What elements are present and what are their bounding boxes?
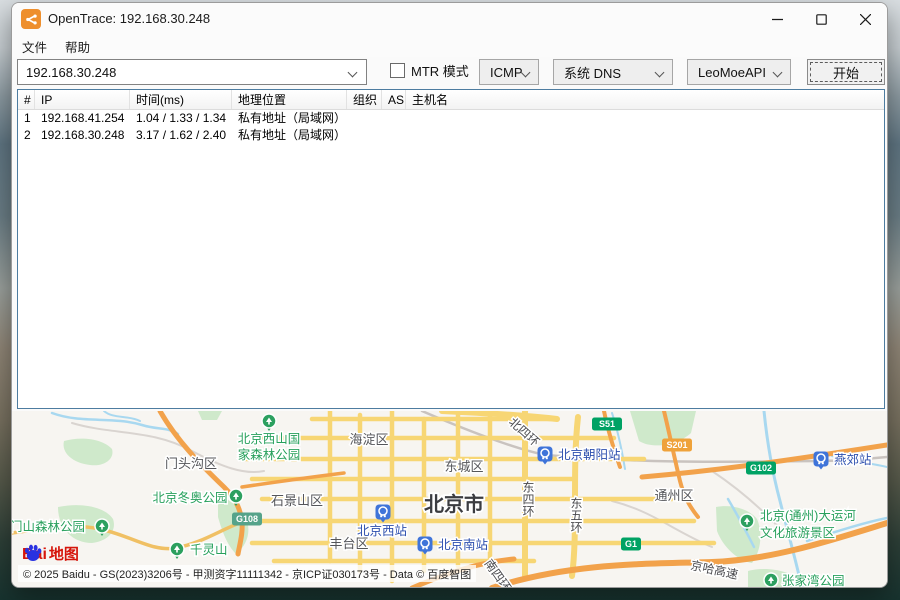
toolbar: 192.168.30.248 MTR 模式 ICMP 系统 DNS LeoMoe…: [12, 57, 887, 89]
protocol-select[interactable]: ICMP: [479, 59, 539, 85]
menu-file[interactable]: 文件: [14, 35, 55, 58]
trace-results-table: # IP 时间(ms) 地理位置 组织 AS 主机名 1 192.168.41.…: [17, 89, 885, 409]
svg-text:S51: S51: [599, 419, 615, 429]
mtr-label: MTR 模式: [411, 61, 469, 80]
cell-org: [347, 127, 382, 144]
app-window: OpenTrace: 192.168.30.248 文件 帮助 192.168.…: [11, 2, 888, 588]
cell-num: 1: [18, 110, 35, 127]
district-label: 东城区: [444, 459, 483, 474]
copyright-text: © 2025 Baidu - GS(2023)3206号 - 甲测资字11111…: [23, 566, 471, 582]
table-row[interactable]: 2 192.168.30.248 3.17 / 1.62 / 2.40 私有地址…: [18, 127, 884, 144]
title-bar[interactable]: OpenTrace: 192.168.30.248: [12, 3, 887, 35]
maximize-button[interactable]: [799, 3, 843, 35]
cell-time: 3.17 / 1.62 / 2.40: [130, 127, 232, 144]
chevron-down-icon: [773, 68, 783, 78]
map-canvas: 北四环 东四环 东五环 南四环 京哈高速 S51 S201 G102 G108 …: [12, 411, 887, 588]
map-attribution: © 2025 Baidu - GS(2023)3206号 - 甲测资字11111…: [18, 565, 476, 582]
svg-text:家森林公园: 家森林公园: [238, 447, 301, 462]
baidu-paw-icon: [23, 543, 43, 562]
api-value: LeoMoeAPI: [698, 65, 766, 80]
district-label: 门头沟区: [165, 456, 217, 471]
close-icon: [860, 14, 871, 25]
svg-text:北京南站: 北京南站: [438, 537, 488, 552]
district-label: 海淀区: [349, 432, 388, 447]
window-title: OpenTrace: 192.168.30.248: [48, 11, 210, 26]
maximize-icon: [816, 14, 827, 25]
app-icon: [21, 9, 41, 29]
chevron-down-icon: [655, 68, 665, 78]
minimize-button[interactable]: [755, 3, 799, 35]
cell-time: 1.04 / 1.33 / 1.34: [130, 110, 232, 127]
cell-ip: 192.168.30.248: [35, 127, 130, 144]
district-label: 石景山区: [271, 493, 323, 508]
chevron-down-icon[interactable]: [348, 68, 358, 78]
cell-geo: 私有地址（局域网）: [232, 110, 347, 127]
svg-text:G1: G1: [625, 539, 637, 549]
road-label: 东五环: [569, 497, 583, 533]
col-num[interactable]: #: [18, 90, 35, 109]
cell-geo: 私有地址（局域网）: [232, 127, 347, 144]
cell-host: [406, 110, 884, 127]
cell-org: [347, 110, 382, 127]
svg-text:千灵山: 千灵山: [190, 543, 228, 557]
cell-as: [382, 110, 406, 127]
col-as[interactable]: AS: [382, 90, 406, 109]
district-label: 通州区: [654, 488, 693, 503]
col-host[interactable]: 主机名: [406, 90, 884, 109]
svg-text:门山森林公园: 门山森林公园: [12, 519, 85, 534]
col-geo[interactable]: 地理位置: [232, 90, 347, 109]
menu-help[interactable]: 帮助: [57, 35, 98, 58]
baidu-map-word: 地图: [49, 543, 79, 564]
district-label: 丰台区: [329, 536, 368, 551]
baidu-map[interactable]: 北四环 东四环 东五环 南四环 京哈高速 S51 S201 G102 G108 …: [12, 411, 887, 588]
protocol-value: ICMP: [490, 65, 523, 80]
col-ip[interactable]: IP: [35, 90, 130, 109]
dns-value: 系统 DNS: [564, 63, 621, 82]
svg-text:北京冬奥公园: 北京冬奥公园: [152, 490, 227, 505]
menu-bar: 文件 帮助: [12, 35, 887, 57]
cell-as: [382, 127, 406, 144]
col-org[interactable]: 组织: [347, 90, 382, 109]
svg-text:张家湾公园: 张家湾公园: [782, 573, 845, 588]
host-value: 192.168.30.248: [26, 65, 116, 80]
table-header: # IP 时间(ms) 地理位置 组织 AS 主机名: [18, 90, 884, 110]
road-label: 东四环: [521, 481, 535, 517]
mtr-checkbox[interactable]: [390, 63, 405, 78]
close-button[interactable]: [843, 3, 887, 35]
svg-text:北京(通州)大运河: 北京(通州)大运河: [760, 509, 856, 523]
cell-num: 2: [18, 127, 35, 144]
svg-text:文化旅游景区: 文化旅游景区: [760, 525, 835, 540]
start-label: 开始: [833, 63, 859, 82]
host-input[interactable]: 192.168.30.248: [17, 59, 367, 85]
svg-text:G108: G108: [236, 514, 258, 524]
api-select[interactable]: LeoMoeAPI: [687, 59, 791, 85]
cell-host: [406, 127, 884, 144]
baidu-logo[interactable]: Bai 地图: [22, 543, 79, 564]
city-label: 北京市: [424, 492, 484, 516]
start-button[interactable]: 开始: [807, 59, 885, 85]
col-time[interactable]: 时间(ms): [130, 90, 232, 109]
table-row[interactable]: 1 192.168.41.254 1.04 / 1.33 / 1.34 私有地址…: [18, 110, 884, 127]
svg-text:北京西山国: 北京西山国: [238, 432, 301, 446]
minimize-icon: [772, 14, 783, 25]
svg-text:北京朝阳站: 北京朝阳站: [558, 448, 621, 462]
mtr-mode-toggle[interactable]: MTR 模式: [390, 61, 469, 80]
svg-text:S201: S201: [666, 440, 687, 450]
svg-text:燕郊站: 燕郊站: [834, 452, 872, 467]
dns-select[interactable]: 系统 DNS: [553, 59, 673, 85]
svg-text:G102: G102: [750, 463, 772, 473]
cell-ip: 192.168.41.254: [35, 110, 130, 127]
trace-route-icon: [25, 13, 38, 26]
svg-text:北京西站: 北京西站: [357, 524, 407, 538]
